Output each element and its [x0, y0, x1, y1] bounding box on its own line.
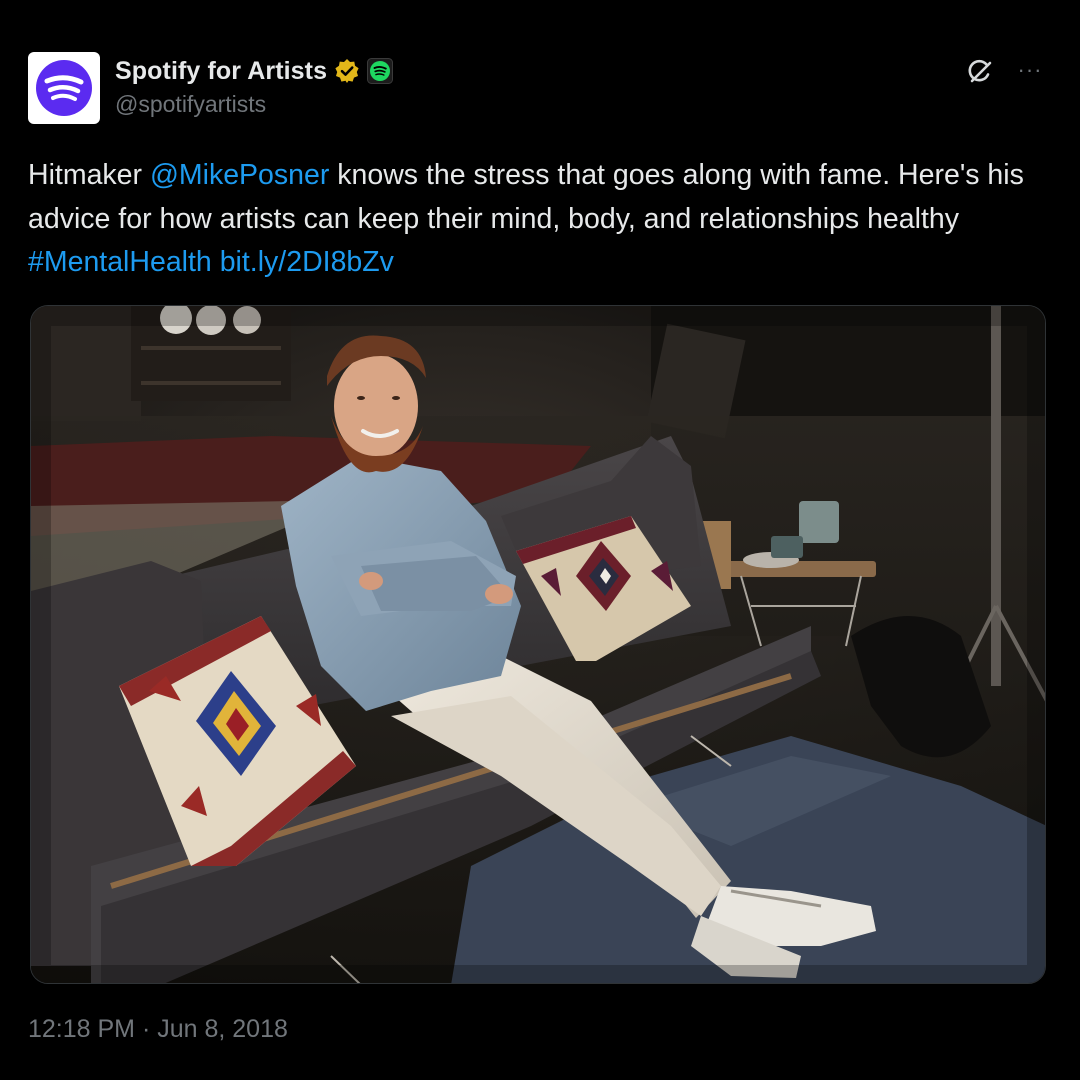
more-options-button[interactable]: ··· [1014, 56, 1046, 84]
avatar[interactable] [28, 52, 100, 124]
url-link[interactable]: bit.ly/2DI8bZv [220, 246, 394, 278]
text-part-1: Hitmaker [28, 159, 150, 191]
tweet: Spotify for Artists @spotifyartists ··· … [0, 0, 1080, 1080]
tweet-photo[interactable] [30, 305, 1046, 984]
tweet-timestamp[interactable]: 12:18 PM · Jun 8, 2018 [28, 1015, 288, 1044]
author-handle[interactable]: @spotifyartists [115, 91, 266, 118]
text-space [212, 246, 220, 278]
display-name[interactable]: Spotify for Artists [115, 57, 327, 86]
grok-icon[interactable] [964, 56, 996, 88]
tweet-text: Hitmaker @MikePosner knows the stress th… [28, 154, 1048, 285]
verified-badge-icon[interactable] [334, 58, 360, 84]
author-name-row: Spotify for Artists [115, 55, 394, 87]
hashtag-link[interactable]: #MentalHealth [28, 246, 212, 278]
spotify-affiliate-icon[interactable] [367, 58, 394, 84]
mention-link[interactable]: @MikePosner [150, 159, 329, 191]
man-on-sofa-photo [31, 306, 1045, 983]
spotify-avatar-icon [36, 60, 92, 116]
